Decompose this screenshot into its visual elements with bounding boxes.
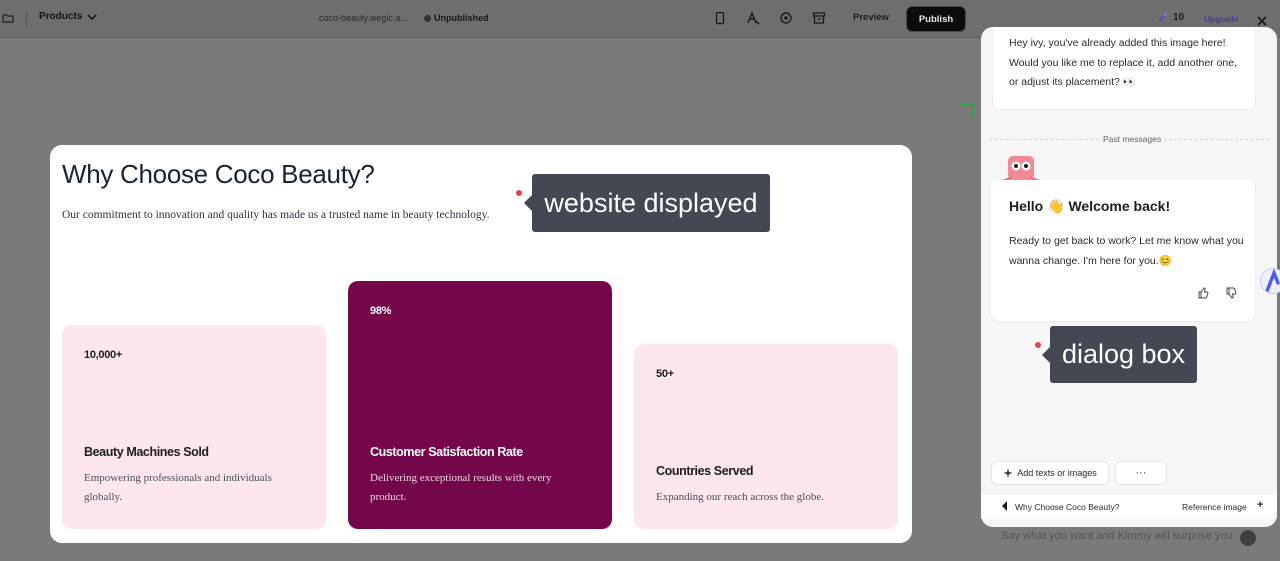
past-messages-divider: Past messages: [981, 133, 1277, 145]
stat-title: Countries Served: [656, 464, 754, 478]
credits-count: 10: [1173, 12, 1185, 23]
assistant-logo-icon: [1265, 269, 1280, 293]
credits-counter[interactable]: 10: [1157, 12, 1184, 23]
stat-title: Beauty Machines Sold: [84, 445, 209, 459]
assistant-edge-avatar-icon[interactable]: [1260, 268, 1280, 294]
sparkle-icon: [1003, 468, 1014, 478]
stat-card-countries[interactable]: 50+ Countries Served Expanding our reach…: [634, 344, 898, 529]
welcome-body: Ready to get back to work? Let me know w…: [1009, 235, 1244, 267]
add-texts-or-images-label: Add texts or images: [1017, 468, 1097, 478]
add-reference-button[interactable]: +: [1257, 499, 1263, 511]
stat-card-satisfaction[interactable]: 98% Customer Satisfaction Rate Deliverin…: [348, 281, 612, 529]
pages-dropdown-label: Products: [39, 11, 83, 22]
thumbs-up-icon[interactable]: [1197, 287, 1209, 299]
divider-line: [1159, 139, 1269, 140]
reference-image-label[interactable]: Reference image: [1182, 502, 1247, 512]
publish-button[interactable]: Publish: [906, 6, 966, 32]
chat-panel: Hey ivy, you've already added this image…: [981, 27, 1277, 527]
annotation-dialog: dialog box: [1050, 326, 1197, 383]
annotation-marker: [1035, 342, 1041, 348]
past-messages-label: Past messages: [1103, 134, 1162, 144]
annotation-website: website displayed: [532, 174, 770, 232]
toolbar-divider: [26, 12, 27, 26]
publish-status-label: Unpublished: [434, 13, 489, 23]
archive-icon[interactable]: [812, 11, 826, 25]
status-dot-icon: [424, 14, 431, 22]
close-icon[interactable]: [1255, 14, 1269, 28]
chat-input-placeholder[interactable]: Say what you want and Kimmy will surpris…: [1001, 530, 1233, 542]
divider-line: [989, 139, 1099, 140]
upgrade-link[interactable]: Upgrade: [1204, 14, 1238, 24]
annotation-marker: [516, 190, 522, 196]
more-options-button[interactable]: ···: [1115, 461, 1167, 485]
folder-icon[interactable]: [2, 12, 14, 24]
assistant-message-previous: Hey ivy, you've already added this image…: [993, 27, 1255, 109]
section-heading[interactable]: Why Choose Coco Beauty?: [62, 159, 375, 190]
preview-button[interactable]: Preview: [853, 12, 889, 23]
add-texts-or-images-button[interactable]: Add texts or images: [991, 461, 1109, 485]
thumbs-down-icon[interactable]: [1225, 287, 1237, 299]
stat-description: Expanding our reach across the globe.: [656, 491, 824, 503]
publish-status: Unpublished: [424, 13, 489, 23]
stat-number: 10,000+: [84, 349, 122, 361]
assistant-welcome-message: Hello 👋 Welcome back! Ready to get back …: [991, 180, 1255, 321]
magic-wand-icon: [1158, 13, 1167, 22]
site-url[interactable]: coco-beauty.wegic.a...: [319, 13, 408, 23]
reference-bar: Why Choose Coco Beauty? Reference image …: [981, 493, 1277, 519]
stat-card-machines[interactable]: 10,000+ Beauty Machines Sold Empowering …: [62, 325, 326, 529]
stat-number: 50+: [656, 368, 674, 380]
stat-description: Empowering professionals and individuals…: [84, 472, 272, 503]
text-style-icon[interactable]: [746, 11, 760, 25]
settings-icon[interactable]: [779, 11, 793, 25]
website-preview[interactable]: Why Choose Coco Beauty? Our commitment t…: [50, 145, 912, 543]
stat-description: Delivering exceptional results with ever…: [370, 472, 552, 503]
reference-question[interactable]: Why Choose Coco Beauty?: [1015, 502, 1119, 512]
selection-corner-marker: [960, 104, 973, 117]
welcome-title: Hello 👋 Welcome back!: [1009, 198, 1171, 214]
stat-title: Customer Satisfaction Rate: [370, 445, 523, 459]
chevron-down-icon: [87, 13, 97, 20]
mobile-icon[interactable]: [713, 11, 727, 25]
stat-number: 98%: [370, 305, 392, 317]
collapse-arrow-icon[interactable]: [1001, 501, 1009, 511]
send-icon[interactable]: [1240, 530, 1256, 546]
section-subheading[interactable]: Our commitment to innovation and quality…: [62, 209, 490, 221]
pages-dropdown[interactable]: Products: [39, 11, 97, 22]
message-text: Hey ivy, you've already added this image…: [1009, 37, 1238, 88]
